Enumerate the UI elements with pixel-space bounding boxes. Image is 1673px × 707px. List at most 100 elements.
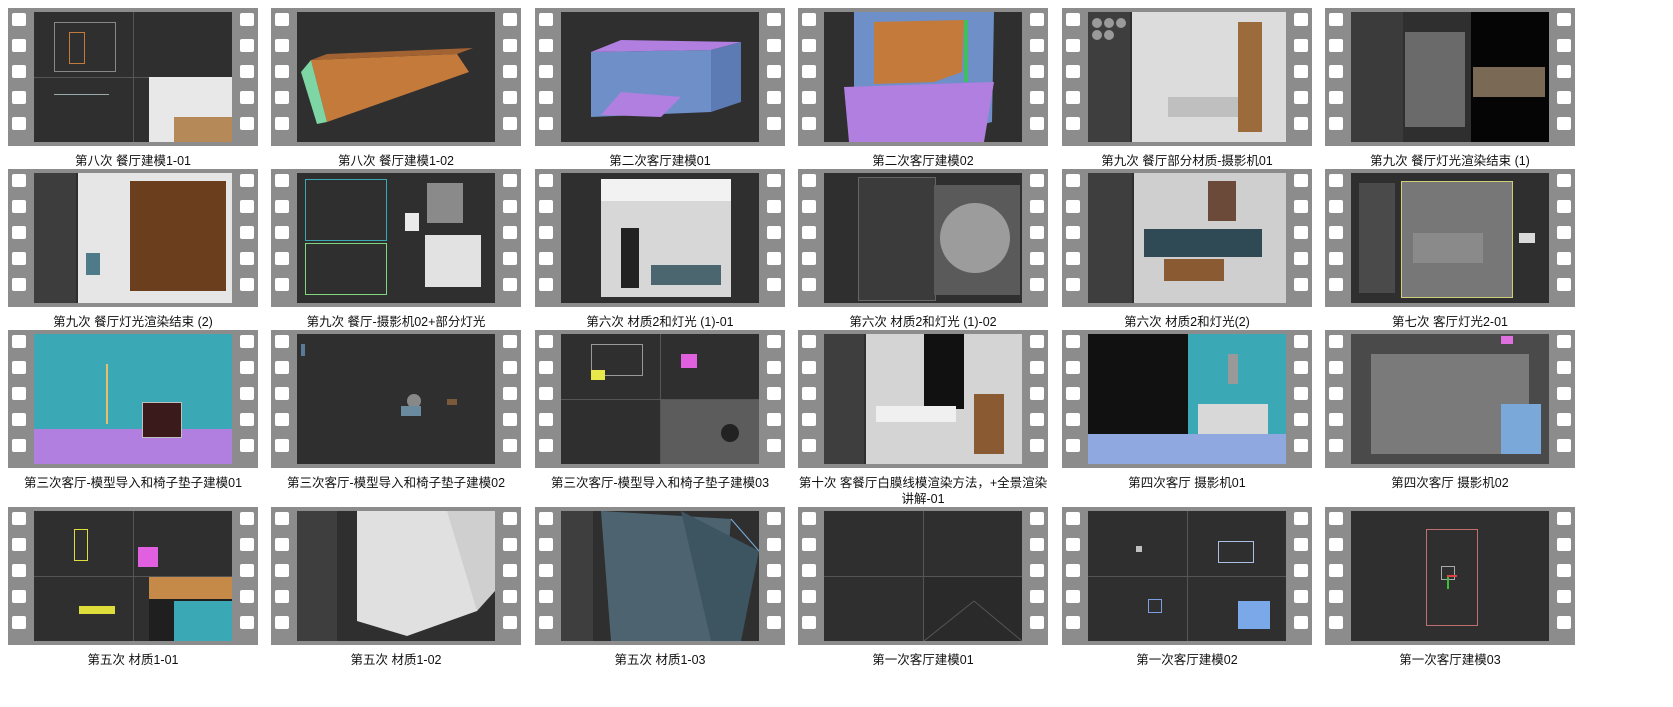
sprocket-hole bbox=[767, 117, 781, 130]
sprocket-hole bbox=[539, 39, 553, 52]
video-thumbnail[interactable]: 第八次 餐厅建模1-02 bbox=[271, 8, 521, 169]
sprocket-holes bbox=[8, 169, 30, 307]
sprocket-hole bbox=[240, 278, 254, 291]
sprocket-holes bbox=[1290, 507, 1312, 645]
sprocket-hole bbox=[1066, 538, 1080, 551]
video-thumbnail[interactable]: 第五次 材质1-02 bbox=[271, 507, 521, 668]
video-thumbnail[interactable]: 第五次 材质1-03 bbox=[535, 507, 785, 668]
sprocket-hole bbox=[1066, 91, 1080, 104]
video-thumbnail[interactable]: 第三次客厅-模型导入和椅子垫子建模02 bbox=[271, 330, 521, 491]
sprocket-hole bbox=[1557, 538, 1571, 551]
sprocket-hole bbox=[1066, 174, 1080, 187]
sprocket-hole bbox=[802, 387, 816, 400]
sprocket-hole bbox=[275, 413, 289, 426]
sprocket-holes bbox=[535, 330, 557, 468]
sprocket-hole bbox=[1030, 538, 1044, 551]
film-strip-frame bbox=[798, 169, 1048, 307]
sprocket-hole bbox=[275, 174, 289, 187]
sprocket-hole bbox=[1557, 252, 1571, 265]
sprocket-holes bbox=[1325, 507, 1347, 645]
video-thumbnail[interactable]: 第九次 餐厅灯光渲染结束 (1) bbox=[1325, 8, 1575, 169]
sprocket-hole bbox=[1030, 590, 1044, 603]
video-thumbnail[interactable]: 第九次 餐厅-摄影机02+部分灯光 bbox=[271, 169, 521, 330]
video-thumbnail[interactable]: 第三次客厅-模型导入和椅子垫子建模01 bbox=[8, 330, 258, 491]
sprocket-hole bbox=[767, 590, 781, 603]
thumbnail-caption: 第九次 餐厅灯光渲染结束 (2) bbox=[53, 315, 213, 329]
video-thumbnail[interactable]: 第九次 餐厅灯光渲染结束 (2) bbox=[8, 169, 258, 330]
film-strip-frame bbox=[1325, 169, 1575, 307]
sprocket-hole bbox=[1030, 39, 1044, 52]
video-thumbnail[interactable]: 第一次客厅建模03 bbox=[1325, 507, 1575, 668]
video-thumbnail[interactable]: 第四次客厅 摄影机02 bbox=[1325, 330, 1575, 491]
video-thumbnail[interactable]: 第六次 材质2和灯光 (1)-01 bbox=[535, 169, 785, 330]
sprocket-hole bbox=[12, 174, 26, 187]
sprocket-holes bbox=[236, 169, 258, 307]
thumbnail-caption: 第五次 材质1-02 bbox=[350, 653, 442, 667]
sprocket-hole bbox=[1066, 226, 1080, 239]
sprocket-hole bbox=[1329, 413, 1343, 426]
sprocket-holes bbox=[1553, 330, 1575, 468]
viewport-preview bbox=[34, 511, 232, 641]
thumbnail-caption: 第五次 材质1-03 bbox=[614, 653, 706, 667]
video-thumbnail[interactable]: 第七次 客厅灯光2-01 bbox=[1325, 169, 1575, 330]
sprocket-hole bbox=[12, 200, 26, 213]
sprocket-hole bbox=[1557, 65, 1571, 78]
sprocket-hole bbox=[1066, 439, 1080, 452]
video-thumbnail[interactable]: 第八次 餐厅建模1-01 bbox=[8, 8, 258, 169]
sprocket-holes bbox=[1026, 330, 1048, 468]
sprocket-hole bbox=[539, 200, 553, 213]
sprocket-holes bbox=[236, 507, 258, 645]
sprocket-hole bbox=[767, 616, 781, 629]
sprocket-hole bbox=[1030, 174, 1044, 187]
video-thumbnail[interactable]: 第十次 客餐厅白膜线模渲染方法，+全景渲染讲解-01 bbox=[798, 330, 1048, 507]
sprocket-hole bbox=[539, 413, 553, 426]
video-thumbnail[interactable]: 第三次客厅-模型导入和椅子垫子建模03 bbox=[535, 330, 785, 491]
video-thumbnail[interactable]: 第二次客厅建模02 bbox=[798, 8, 1048, 169]
video-thumbnail[interactable]: 第四次客厅 摄影机01 bbox=[1062, 330, 1312, 491]
sprocket-hole bbox=[802, 39, 816, 52]
sprocket-hole bbox=[240, 439, 254, 452]
sprocket-hole bbox=[1294, 413, 1308, 426]
thumbnail-caption: 第八次 餐厅建模1-02 bbox=[338, 154, 454, 168]
sprocket-hole bbox=[1557, 13, 1571, 26]
viewport-preview bbox=[1088, 173, 1286, 303]
sprocket-hole bbox=[539, 335, 553, 348]
video-thumbnail[interactable]: 第五次 材质1-01 bbox=[8, 507, 258, 668]
sprocket-hole bbox=[275, 387, 289, 400]
video-thumbnail[interactable]: 第一次客厅建模02 bbox=[1062, 507, 1312, 668]
sprocket-hole bbox=[503, 616, 517, 629]
thumbnail-caption: 第三次客厅-模型导入和椅子垫子建模02 bbox=[286, 476, 506, 490]
sprocket-holes bbox=[1290, 8, 1312, 146]
video-thumbnail[interactable]: 第六次 材质2和灯光(2) bbox=[1062, 169, 1312, 330]
sprocket-holes bbox=[271, 507, 293, 645]
video-thumbnail[interactable]: 第一次客厅建模01 bbox=[798, 507, 1048, 668]
sprocket-hole bbox=[802, 361, 816, 374]
sprocket-hole bbox=[275, 335, 289, 348]
viewport-preview bbox=[561, 334, 759, 464]
viewport-preview bbox=[1351, 334, 1549, 464]
sprocket-hole bbox=[767, 200, 781, 213]
sprocket-hole bbox=[240, 590, 254, 603]
thumbnail-caption: 第二次客厅建模01 bbox=[609, 154, 711, 168]
thumbnail-caption: 第八次 餐厅建模1-01 bbox=[75, 154, 191, 168]
sprocket-hole bbox=[12, 117, 26, 130]
film-strip-frame bbox=[1325, 330, 1575, 468]
sprocket-hole bbox=[767, 174, 781, 187]
sprocket-hole bbox=[802, 439, 816, 452]
sprocket-holes bbox=[1325, 8, 1347, 146]
video-thumbnail[interactable]: 第九次 餐厅部分材质-摄影机01 bbox=[1062, 8, 1312, 169]
viewport-preview bbox=[561, 12, 759, 142]
sprocket-hole bbox=[503, 91, 517, 104]
sprocket-hole bbox=[802, 278, 816, 291]
sprocket-hole bbox=[275, 361, 289, 374]
sprocket-hole bbox=[802, 616, 816, 629]
video-thumbnail[interactable]: 第六次 材质2和灯光 (1)-02 bbox=[798, 169, 1048, 330]
sprocket-holes bbox=[499, 169, 521, 307]
sprocket-holes bbox=[763, 507, 785, 645]
sprocket-holes bbox=[1325, 330, 1347, 468]
video-thumbnail[interactable]: 第二次客厅建模01 bbox=[535, 8, 785, 169]
film-strip-frame bbox=[535, 169, 785, 307]
sprocket-hole bbox=[539, 538, 553, 551]
sprocket-hole bbox=[1329, 91, 1343, 104]
thumbnail-caption: 第四次客厅 摄影机02 bbox=[1391, 476, 1509, 490]
